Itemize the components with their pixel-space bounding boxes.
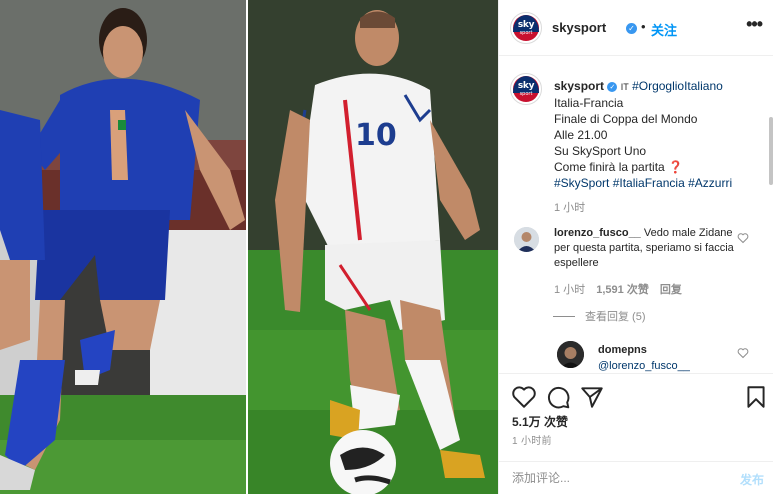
- jersey-number: 10: [355, 118, 397, 153]
- reply-avatar[interactable]: [557, 341, 584, 368]
- reply-like-heart-icon[interactable]: [737, 347, 749, 359]
- question-mark-icon: ❓: [668, 160, 684, 174]
- caption-avatar-logo-sub: sport: [519, 91, 533, 98]
- reply-avatar-image: [557, 341, 584, 368]
- comment-meta: 1 小时 1,591 次赞 回复: [554, 281, 682, 297]
- account-avatar[interactable]: sky sport: [510, 12, 542, 44]
- comment-body: lorenzo_fusco__ Vedo male Zidane per que…: [554, 226, 734, 271]
- caption-text: skysport ✓ IT #OrgoglioItaliano Italia-F…: [554, 78, 759, 216]
- comment-likes[interactable]: 1,591 次赞: [596, 284, 649, 296]
- comment-username[interactable]: lorenzo_fusco__: [554, 227, 641, 239]
- add-comment-bar: 发布: [499, 461, 773, 494]
- comment-like-heart-icon[interactable]: [737, 232, 749, 244]
- comments-feed[interactable]: sky sport skysport ✓ IT #OrgoglioItalian…: [499, 57, 773, 373]
- view-replies-button[interactable]: 查看回复 (5): [553, 308, 646, 324]
- caption-question: Come finirà la partita: [554, 160, 665, 174]
- post-action-bar: 5.1万 次赞 1 小时前 发布: [499, 373, 773, 494]
- view-replies-label: 查看回复 (5): [585, 311, 646, 323]
- account-username[interactable]: skysport: [552, 20, 606, 35]
- avatar-logo-word: sky: [517, 19, 535, 30]
- caption-avatar[interactable]: sky sport: [510, 73, 542, 105]
- heart-icon[interactable]: [511, 384, 537, 410]
- verified-badge-icon: ✓: [626, 23, 637, 34]
- commenter-avatar[interactable]: [514, 227, 539, 252]
- reply-mention-link[interactable]: @lorenzo_fusco__: [598, 358, 738, 373]
- comment-icon[interactable]: [545, 384, 571, 410]
- caption-time: 1 小时: [554, 202, 586, 214]
- comment-time: 1 小时: [554, 284, 586, 296]
- view-replies-line: [553, 316, 575, 317]
- reply-username[interactable]: domepns: [598, 342, 738, 358]
- caption-line: Alle 21.00: [554, 128, 608, 142]
- like-count[interactable]: 5.1万 次赞: [512, 413, 568, 430]
- hashtag-link[interactable]: #ItaliaFrancia: [613, 176, 685, 190]
- caption-verified-icon: ✓: [607, 82, 618, 92]
- post-header: sky sport skysport ✓ • 关注 •••: [499, 0, 773, 56]
- reply-button[interactable]: 回复: [660, 284, 682, 296]
- reply-body: domepns @lorenzo_fusco__: [598, 342, 738, 373]
- share-icon[interactable]: [579, 384, 605, 410]
- more-options-icon[interactable]: •••: [746, 14, 763, 35]
- hashtag-link[interactable]: #OrgoglioItaliano: [632, 79, 723, 93]
- feed-scrollbar[interactable]: [769, 117, 773, 185]
- add-comment-input[interactable]: [512, 469, 712, 487]
- post-timestamp: 1 小时前: [512, 436, 552, 447]
- caption-line: Finale di Coppa del Mondo: [554, 112, 698, 126]
- caption-username[interactable]: skysport: [554, 79, 604, 93]
- avatar-logo-sub: sport: [519, 30, 533, 37]
- post-sidebar: sky sport skysport ✓ • 关注 ••• sky sport …: [498, 0, 773, 494]
- header-separator-dot: •: [641, 19, 646, 34]
- follow-button[interactable]: 关注: [651, 20, 677, 39]
- bookmark-icon[interactable]: [743, 384, 769, 410]
- caption-avatar-logo-word: sky: [517, 80, 535, 91]
- post-image: 10: [0, 0, 498, 494]
- post-photo[interactable]: 10: [0, 0, 498, 494]
- commenter-avatar-image: [514, 227, 539, 252]
- hashtag-link[interactable]: #SkySport: [554, 176, 609, 190]
- post-comment-button[interactable]: 发布: [740, 471, 764, 488]
- caption-line: Italia-Francia: [554, 96, 624, 110]
- caption-line: Su SkySport Uno: [554, 144, 647, 158]
- hashtag-link[interactable]: #Azzurri: [688, 176, 732, 190]
- italy-flag-icon: IT: [620, 82, 629, 92]
